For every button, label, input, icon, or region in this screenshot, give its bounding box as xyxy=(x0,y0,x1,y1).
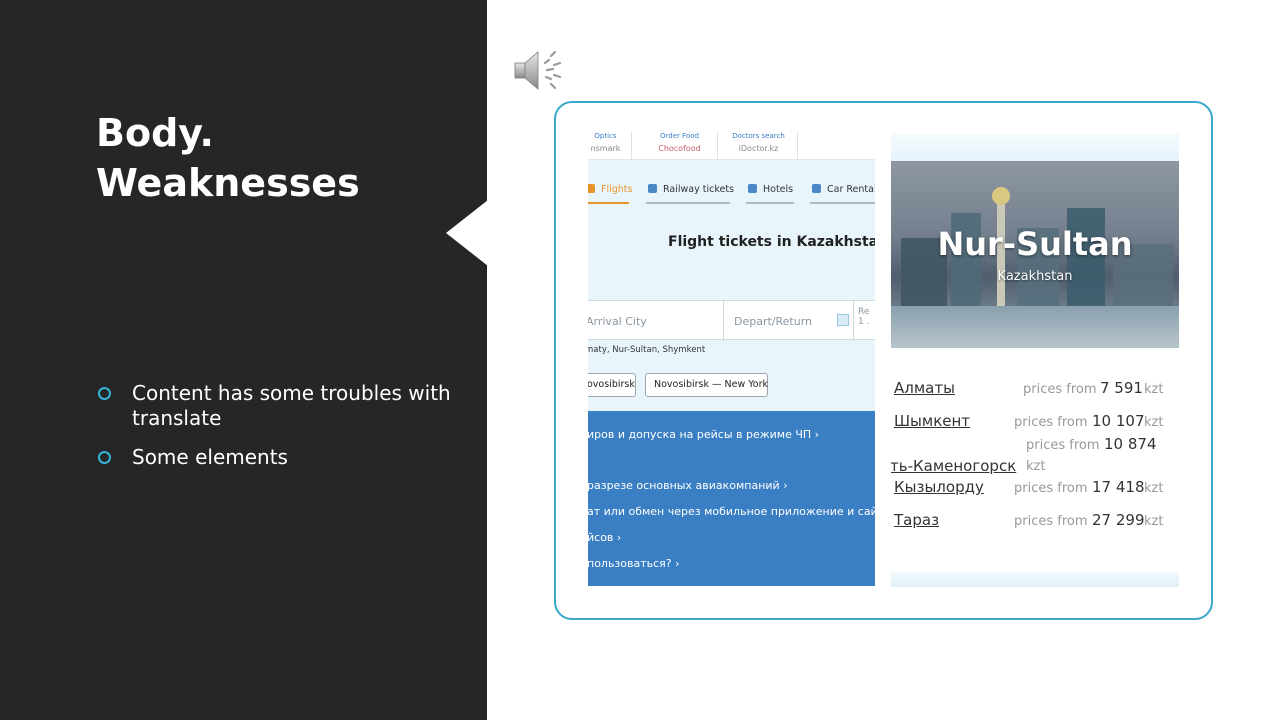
calendar-icon xyxy=(837,314,849,326)
title-line-1: Body. xyxy=(96,111,214,155)
destination-row[interactable]: Тараз prices from 27 299 kzt xyxy=(891,511,1179,535)
info-link[interactable]: разрезе основных авиакомпаний › xyxy=(588,479,788,492)
flight-search-screenshot: Optics nsmark Order Food Chocofood Docto… xyxy=(588,130,875,586)
train-icon xyxy=(648,184,657,193)
city-country: Kazakhstan xyxy=(997,269,1073,284)
info-link[interactable]: иров и допуска на рейсы в режиме ЧП › xyxy=(588,428,819,441)
destination-row[interactable]: Алматы prices from 7 591 kzt xyxy=(891,379,1179,403)
speaker-icon[interactable] xyxy=(512,48,566,94)
city-header-strip xyxy=(891,133,1179,161)
destination-city[interactable]: Алматы xyxy=(894,379,955,397)
presentation-slide: Body. Weaknesses Content has some troubl… xyxy=(0,0,1280,720)
tower-sphere xyxy=(992,187,1010,205)
hero-title: Flight tickets in Kazakhstan xyxy=(668,234,875,250)
partner-doctors-search[interactable]: Doctors search iDoctor.kz xyxy=(720,132,798,160)
bullet-list: Content has some troubles with translate… xyxy=(98,381,458,484)
hotel-icon xyxy=(748,184,757,193)
info-link[interactable]: пользоваться? › xyxy=(588,557,680,570)
tab-hotels[interactable]: Hotels xyxy=(746,182,794,204)
tab-railway[interactable]: Railway tickets xyxy=(646,182,734,204)
title-line-2: Weaknesses xyxy=(96,161,360,205)
plane-icon xyxy=(588,184,595,193)
search-form-row: Arrival City Depart/Return Re 1 . xyxy=(588,300,875,341)
tab-car-rental[interactable]: Car Rental xyxy=(810,182,875,204)
arrival-city-input[interactable]: Arrival City xyxy=(588,301,724,341)
destination-row[interactable]: Кызылорду prices from 17 418 kzt xyxy=(891,478,1179,502)
info-link[interactable]: ат или обмен через мобильное приложение … xyxy=(588,505,875,518)
popular-cities[interactable]: maty, Nur-Sultan, Shymkent xyxy=(588,345,705,355)
depart-return-input[interactable]: Depart/Return xyxy=(726,301,854,341)
bullet-item: Some elements xyxy=(98,445,458,470)
city-prices-screenshot: Nur-Sultan Kazakhstan Алматы prices from… xyxy=(891,133,1179,587)
destination-city[interactable]: Кызылорду xyxy=(894,478,984,496)
arrow-notch xyxy=(446,200,488,266)
route-chip[interactable]: ovosibirsk xyxy=(588,373,636,397)
partner-optics[interactable]: Optics nsmark xyxy=(588,132,632,160)
partner-order-food[interactable]: Order Food Chocofood xyxy=(642,132,718,160)
destination-row[interactable]: ть-Каменогорск prices from 10 874 kzt xyxy=(891,435,1179,477)
city-footer-strip xyxy=(891,572,1179,587)
destination-city[interactable]: ть-Каменогорск xyxy=(891,457,1016,475)
service-tabs: Flights Railway tickets Hotels Car Renta… xyxy=(588,182,875,206)
fountain-area xyxy=(891,306,1179,348)
bullet-item: Content has some troubles with translate xyxy=(98,381,458,431)
destination-city[interactable]: Шымкент xyxy=(894,412,970,430)
partner-nav: Optics nsmark Order Food Chocofood Docto… xyxy=(588,130,875,160)
circle-bullet-icon xyxy=(98,387,111,400)
destination-row[interactable]: Шымкент prices from 10 107 kzt xyxy=(891,412,1179,436)
circle-bullet-icon xyxy=(98,451,111,464)
slide-title: Body. Weaknesses xyxy=(96,108,456,208)
bullet-text: Content has some troubles with translate xyxy=(132,381,451,430)
passengers-field[interactable]: Re 1 . xyxy=(858,301,875,341)
info-links-section: иров и допуска на рейсы в режиме ЧП › ра… xyxy=(588,411,875,586)
car-icon xyxy=(812,184,821,193)
bullet-text: Some elements xyxy=(132,445,288,469)
city-name: Nur-Sultan xyxy=(937,225,1133,263)
info-link[interactable]: йсов › xyxy=(588,531,621,544)
route-chip[interactable]: Novosibirsk — New York xyxy=(645,373,768,397)
destination-city[interactable]: Тараз xyxy=(894,511,939,529)
tab-flights[interactable]: Flights xyxy=(588,182,632,204)
